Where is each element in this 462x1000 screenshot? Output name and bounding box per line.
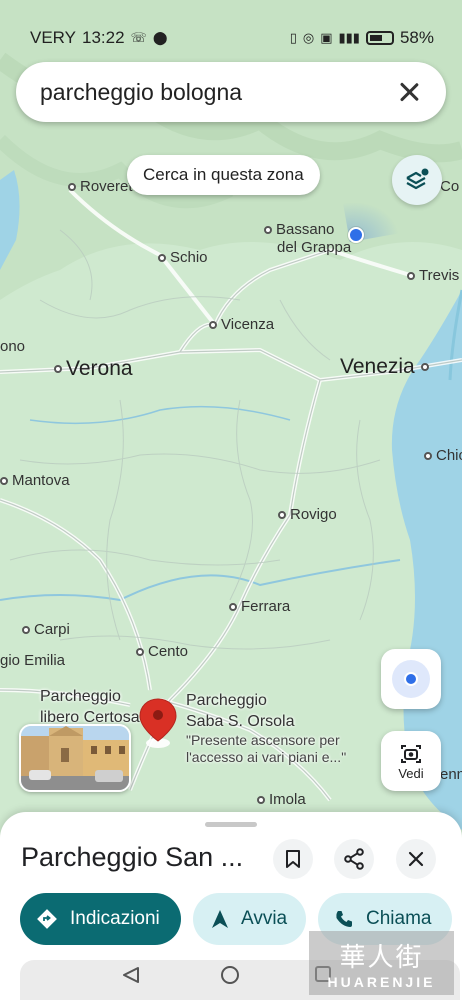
city-conegliano[interactable]: Co — [440, 178, 459, 195]
bookmark-icon — [286, 850, 300, 868]
lens-view-button[interactable]: Vedi — [381, 731, 441, 791]
close-sheet-button[interactable] — [396, 839, 436, 879]
navigation-arrow-icon — [212, 910, 228, 928]
city-treviso[interactable]: Trevis — [407, 267, 459, 284]
clear-search-icon[interactable] — [396, 79, 422, 105]
city-dot — [54, 365, 62, 374]
city-carpi[interactable]: Carpi — [22, 621, 70, 638]
city-dot — [424, 452, 432, 461]
city-schio[interactable]: Schio — [158, 249, 208, 266]
save-button[interactable] — [273, 839, 313, 879]
city-dot — [136, 648, 144, 657]
city-dot — [257, 796, 265, 805]
parking-certosa-label[interactable]: Parcheggio libero Certosa — [40, 686, 140, 728]
vibrate-icon: ▯ — [289, 30, 297, 45]
parking-orsola-label[interactable]: Parcheggio Saba S. Orsola "Presente asce… — [186, 690, 346, 766]
hotspot-icon: ◎ — [302, 30, 315, 45]
start-label: Avvia — [241, 908, 288, 929]
city-ravenna-partial[interactable]: enn — [440, 766, 462, 783]
directions-icon — [37, 909, 57, 929]
city-mantova[interactable]: Mantova — [0, 472, 70, 489]
city-venezia[interactable]: Venezia — [340, 355, 433, 379]
street-view-thumbnail[interactable] — [19, 724, 131, 792]
layers-button[interactable] — [392, 155, 442, 205]
my-location-icon — [392, 660, 430, 698]
home-icon — [221, 966, 239, 984]
city-dot — [420, 363, 429, 372]
city-dot — [407, 272, 415, 281]
location-icon: ⬤ — [152, 30, 168, 45]
status-right: ▯ ◎ ▣ ▮▮▮ 58% — [290, 18, 434, 58]
layers-icon — [406, 168, 429, 190]
city-verona[interactable]: Verona — [54, 357, 133, 381]
hd-icon: ▣ — [320, 30, 333, 45]
whatsapp-icon: ☏ — [130, 30, 147, 45]
call-label: Chiama — [366, 908, 432, 929]
city-rovigo[interactable]: Rovigo — [278, 506, 337, 523]
directions-label: Indicazioni — [70, 908, 160, 929]
city-dot — [22, 626, 30, 635]
city-dot — [209, 321, 217, 330]
carrier-label: VERY — [30, 28, 76, 47]
sheet-drag-handle[interactable] — [205, 822, 257, 827]
user-location-dot — [348, 227, 364, 243]
street-photo — [21, 726, 129, 790]
city-dot — [278, 511, 286, 520]
back-icon — [123, 967, 139, 983]
signal-icon: ▮▮▮ — [338, 30, 360, 45]
selected-place-pin[interactable] — [136, 697, 180, 754]
status-bar: VERY 13:22 ☏ ⬤ ▯ ◎ ▣ ▮▮▮ 58% — [0, 0, 462, 58]
search-bar[interactable] — [16, 62, 446, 122]
city-reggio-emilia[interactable]: gio Emilia — [0, 652, 65, 669]
city-dot — [264, 226, 272, 235]
city-cento[interactable]: Cento — [136, 643, 188, 660]
search-input[interactable] — [40, 78, 396, 106]
city-bassano[interactable]: Bassano del Grappa — [264, 221, 351, 257]
status-left: VERY 13:22 ☏ ⬤ — [30, 18, 167, 58]
city-dot — [158, 254, 166, 263]
place-title: Parcheggio San ... — [21, 842, 244, 872]
city-dot — [0, 477, 8, 486]
start-button[interactable]: Avvia — [193, 893, 306, 945]
city-dot — [68, 183, 76, 192]
watermark-logo: 華人街 HUARENJIE — [309, 931, 454, 995]
share-button[interactable] — [334, 839, 374, 879]
directions-button[interactable]: Indicazioni — [20, 893, 181, 945]
close-icon — [408, 851, 424, 867]
city-imola[interactable]: Imola — [257, 791, 306, 808]
vedi-label: Vedi — [398, 765, 424, 781]
search-this-area-button[interactable]: Cerca in questa zona — [127, 155, 320, 195]
my-location-button[interactable] — [381, 649, 441, 709]
battery-icon — [365, 31, 394, 45]
city-dot — [229, 603, 237, 612]
city-chioggia[interactable]: Chio — [424, 447, 462, 464]
phone-icon — [336, 911, 352, 927]
share-icon — [344, 848, 364, 870]
camera-icon — [401, 744, 421, 763]
city-padova-partial[interactable]: ono — [0, 338, 25, 355]
clock: 13:22 — [82, 28, 125, 47]
city-ferrara[interactable]: Ferrara — [229, 598, 290, 615]
city-vicenza[interactable]: Vicenza — [209, 316, 274, 333]
battery-percent: 58% — [399, 28, 434, 47]
